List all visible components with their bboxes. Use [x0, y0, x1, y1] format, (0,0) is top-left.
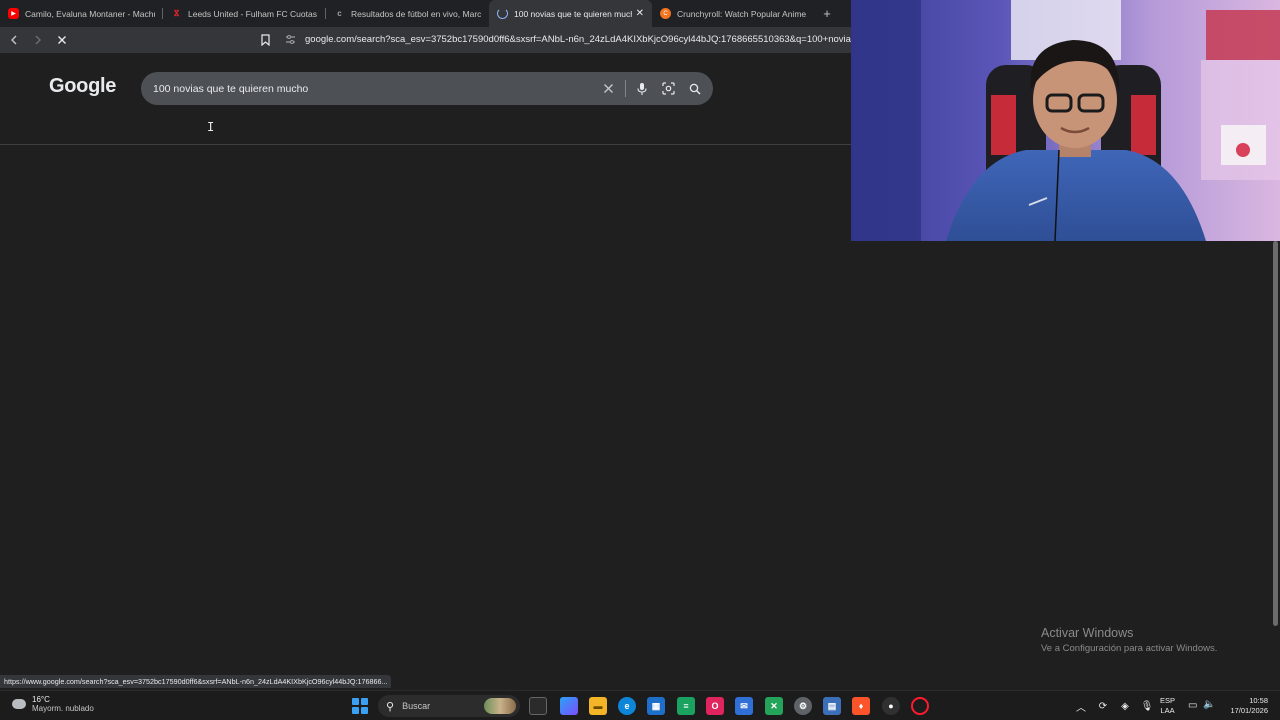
clear-search-button[interactable] [601, 81, 616, 96]
text-cursor-icon: I [207, 120, 215, 134]
tab-title: Camilo, Evaluna Montaner - Machu Picchu [25, 8, 155, 19]
plus-icon: + [823, 6, 831, 21]
screen: ▶ Camilo, Evaluna Montaner - Machu Picch… [0, 0, 1280, 720]
close-icon [604, 84, 613, 93]
tab-title: Resultados de fútbol en vivo, Marcadores [351, 8, 481, 19]
windows-logo-square [360, 706, 368, 714]
weather-widget[interactable]: 16°C Mayorm. nublado [12, 695, 94, 713]
tab-strip: ▶ Camilo, Evaluna Montaner - Machu Picch… [0, 0, 851, 27]
sync-icon[interactable]: ⟳ [1092, 701, 1114, 712]
opera-browser-icon[interactable] [911, 697, 929, 715]
address-bar[interactable]: google.com/search?sca_esv=3752bc17590d0f… [305, 34, 851, 45]
tab-crunchyroll[interactable]: C Crunchyroll: Watch Popular Anime, Play [652, 0, 815, 27]
xbox-icon[interactable]: ✕ [765, 697, 783, 715]
windows-logo-square [352, 706, 359, 714]
taskbar-search[interactable]: ⚲ Buscar [378, 695, 520, 717]
scrollbar-thumb[interactable] [1273, 241, 1278, 626]
back-arrow-icon [11, 35, 17, 45]
activate-windows-watermark: Activar Windows Ve a Configuración para … [1041, 626, 1217, 654]
tab-title: 100 novias que te quieren mucho [514, 8, 632, 19]
bookmark-icon [260, 34, 270, 46]
windows-logo-square [352, 698, 359, 706]
tray-app-icon[interactable]: ◈ [1114, 701, 1136, 712]
youtube-icon: ▶ [8, 8, 19, 19]
clock-time: 10:58 [1249, 696, 1268, 705]
task-view-icon[interactable] [529, 697, 547, 715]
close-icon [58, 36, 66, 44]
google-search-header: Google [0, 53, 851, 145]
tab-resultados[interactable]: c Resultados de fútbol en vivo, Marcador… [326, 0, 489, 27]
brave-browser-icon[interactable]: ♦ [852, 697, 870, 715]
keyboard-layout: LAA [1160, 706, 1175, 715]
link-status-bubble: https://www.google.com/search?sca_esv=37… [0, 675, 392, 688]
weather-temperature: 16°C [32, 695, 50, 704]
tab-machu-picchu[interactable]: ▶ Camilo, Evaluna Montaner - Machu Picch… [0, 0, 163, 27]
mail-icon[interactable]: ✉ [735, 697, 753, 715]
camera-lens-icon [662, 82, 675, 95]
network-icon[interactable]: ▭ [1188, 700, 1197, 711]
new-tab-button[interactable]: + [815, 0, 839, 27]
tune-icon [286, 35, 295, 44]
close-tab-icon[interactable]: ✕ [636, 8, 644, 19]
obs-studio-icon[interactable]: ● [882, 697, 900, 715]
crunchyroll-icon: C [660, 8, 671, 19]
sheets-icon[interactable]: ≡ [677, 697, 695, 715]
site-info-button[interactable] [285, 34, 297, 46]
chevron-up-icon[interactable]: ︿ [1070, 699, 1092, 714]
taskbar-search-label: Buscar [402, 701, 431, 711]
volume-icon[interactable]: 🔈 [1203, 699, 1215, 710]
language-indicator[interactable]: ESP LAA [1160, 696, 1175, 716]
forward-button[interactable] [28, 30, 48, 50]
opera-gx-icon[interactable]: O [706, 697, 724, 715]
tab-title: Leeds United - Fulham FC Cuotas en [188, 8, 318, 19]
betting-site-icon: ⴵ [173, 9, 180, 18]
streamer-webcam-image [851, 0, 1280, 241]
file-explorer-icon[interactable]: ▬ [589, 697, 607, 715]
voice-search-button[interactable] [634, 81, 649, 96]
tab-title: Crunchyroll: Watch Popular Anime, Play [677, 8, 807, 19]
start-button[interactable] [352, 698, 368, 714]
system-tray: ︿ ⟳ ◈ 🎙 [1070, 691, 1158, 720]
search-icon [689, 83, 700, 94]
search-highlight-image [484, 698, 516, 714]
settings-gear-icon[interactable]: ⚙ [794, 697, 812, 715]
cloud-icon [12, 699, 26, 709]
microphone-icon [636, 82, 647, 95]
edge-browser-icon[interactable]: e [618, 697, 636, 715]
system-clock[interactable]: 10:58 17/01/2026 [1222, 696, 1268, 716]
calculator-icon[interactable]: ▤ [823, 697, 841, 715]
language-code: ESP [1160, 696, 1176, 705]
windows-taskbar: 16°C Mayorm. nublado ⚲ Buscar ▬ e ▦ ≡ O … [0, 690, 1280, 720]
search-box[interactable] [141, 72, 713, 105]
activate-windows-title: Activar Windows [1041, 626, 1134, 640]
microsoft-store-icon[interactable]: ▦ [647, 697, 665, 715]
stop-loading-button[interactable] [52, 30, 72, 50]
lens-search-button[interactable] [661, 81, 676, 96]
results-site-icon: c [337, 9, 342, 18]
back-button[interactable] [4, 30, 24, 50]
search-icon: ⚲ [386, 700, 395, 713]
google-logo[interactable]: Google [49, 75, 116, 98]
activate-windows-subtitle: Ve a Configuración para activar Windows. [1041, 643, 1218, 654]
webcam-overlay [851, 0, 1280, 241]
browser-toolbar: google.com/search?sca_esv=3752bc17590d0f… [0, 27, 851, 53]
clock-date: 17/01/2026 [1230, 706, 1268, 715]
search-submit-button[interactable] [687, 81, 702, 96]
page-scrollbar[interactable] [1271, 241, 1280, 690]
copilot-icon[interactable] [560, 697, 578, 715]
weather-condition: Mayorm. nublado [32, 704, 94, 713]
search-input[interactable] [153, 72, 593, 105]
tab-leeds-fulham[interactable]: ⴵ Leeds United - Fulham FC Cuotas en [163, 0, 326, 27]
forward-arrow-icon [35, 35, 41, 45]
loading-spinner-icon [497, 8, 508, 19]
bookmark-button[interactable] [258, 32, 272, 48]
search-box-divider [625, 80, 626, 97]
tab-google-search-active[interactable]: 100 novias que te quieren mucho ✕ [489, 0, 652, 27]
windows-logo-square [360, 698, 368, 706]
microphone-icon[interactable]: 🎙 [1136, 701, 1158, 712]
